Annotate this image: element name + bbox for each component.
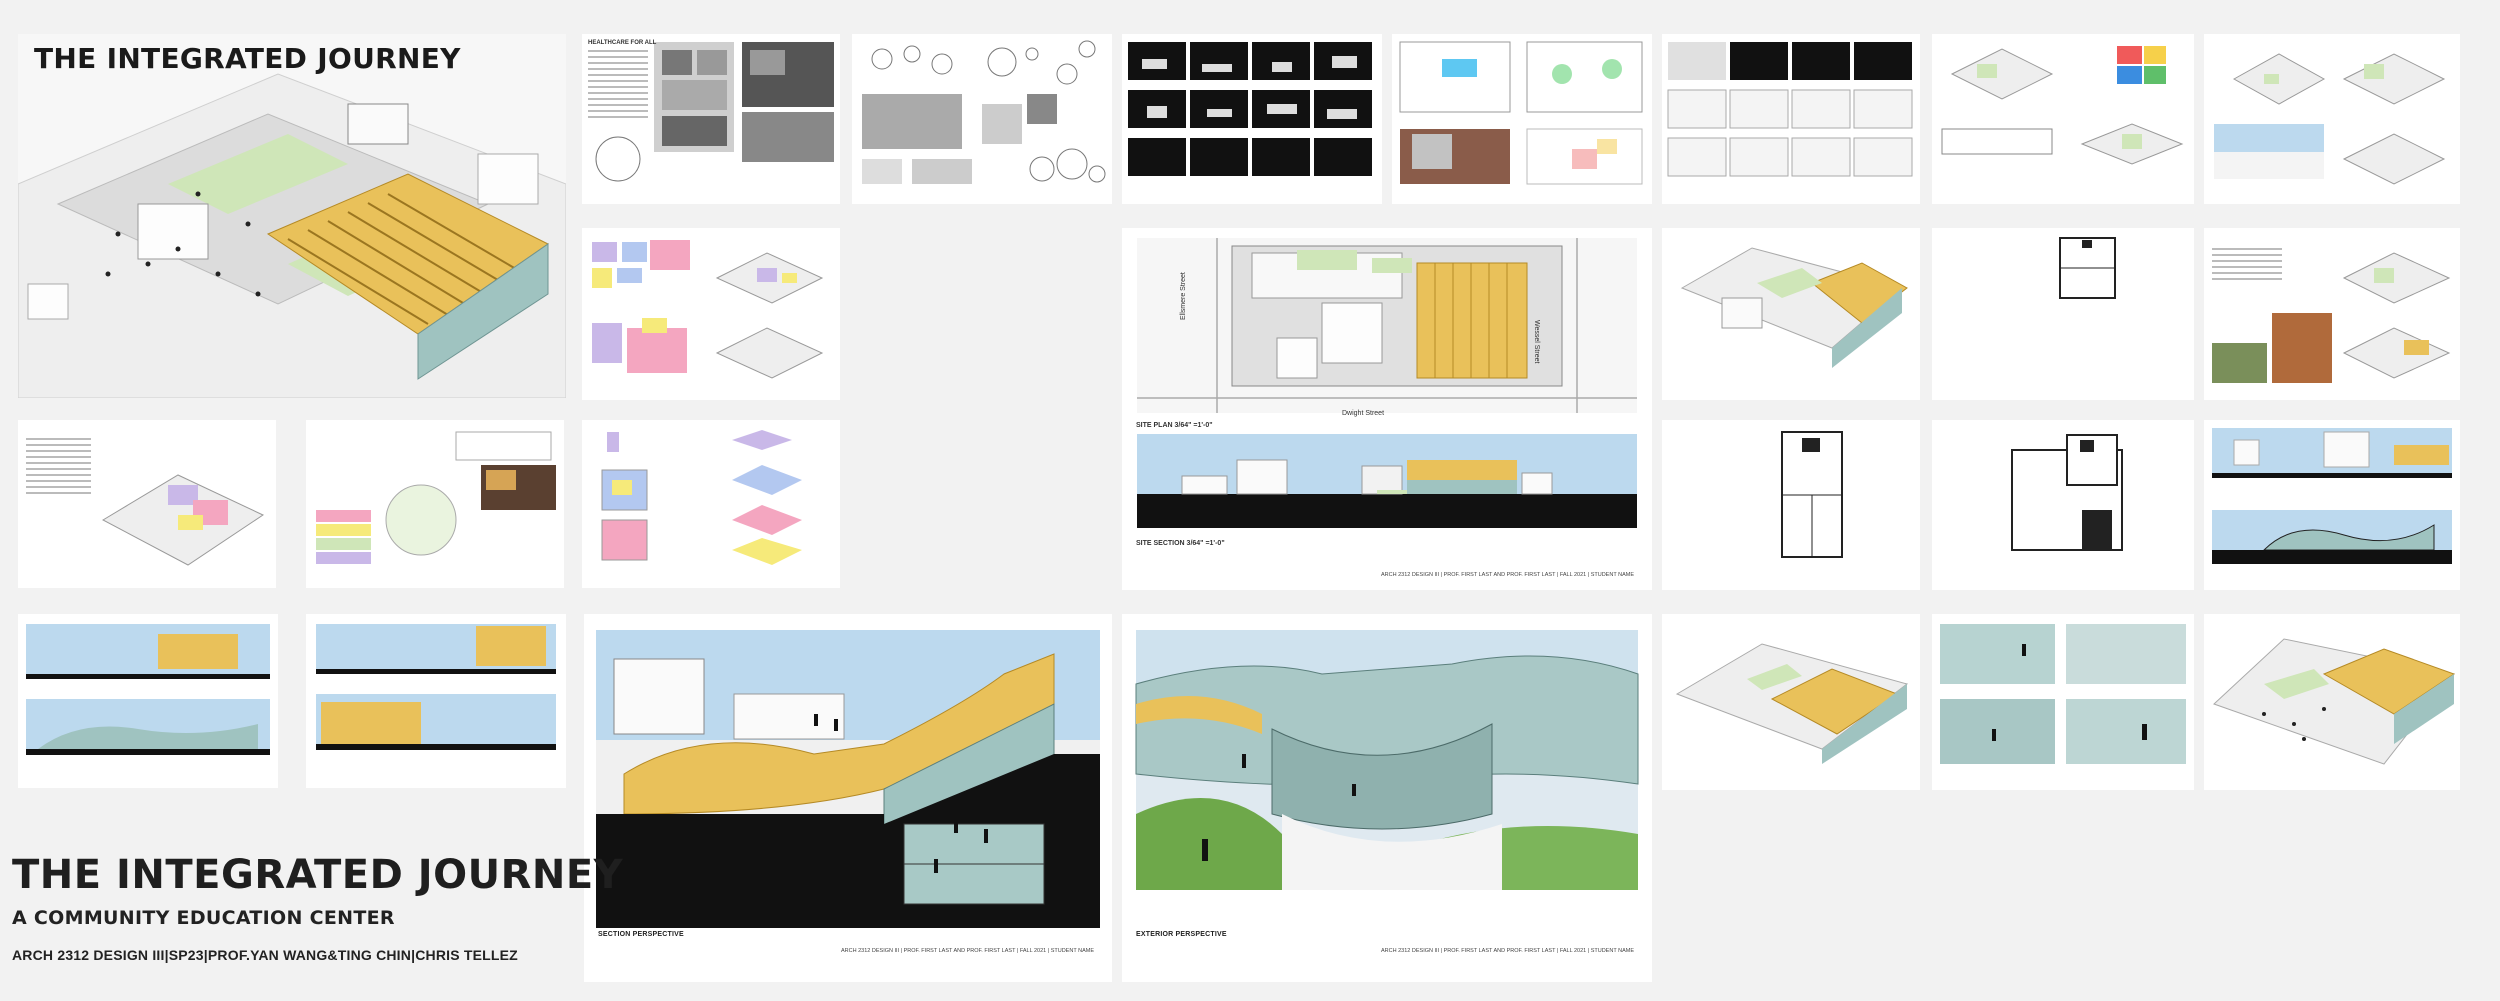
hero-title: THE INTEGRATED JOURNEY xyxy=(34,42,461,75)
board-final-axon[interactable] xyxy=(2204,614,2460,790)
concept-diagrams xyxy=(862,40,1106,184)
research-axon-drawings xyxy=(2212,248,2451,383)
section-perspective-render xyxy=(596,630,1100,928)
board-elevations-a[interactable] xyxy=(18,614,278,788)
board-diagrams[interactable] xyxy=(852,34,1112,204)
site-plan-caption: SITE PLAN 3/64" =1'-0" xyxy=(1136,422,1213,429)
board-exterior-axon[interactable] xyxy=(1662,614,1920,790)
exterior-axon-drawing xyxy=(1675,643,1909,764)
board-site-analysis[interactable] xyxy=(1392,34,1652,204)
board-site-plan-section[interactable]: Ellsmere Street Wessel Street Dwight Str… xyxy=(1122,228,1652,590)
board-site-axon[interactable] xyxy=(1662,228,1920,400)
program-blocks xyxy=(592,240,824,379)
program-strategy-diagrams xyxy=(601,430,802,565)
plan-fragment-drawing xyxy=(2059,237,2116,299)
board-design-narrative[interactable] xyxy=(18,420,276,588)
healthcare-heading: HEALTHCARE FOR ALL xyxy=(588,40,657,46)
project-title: THE INTEGRATED JOURNEY xyxy=(12,852,624,898)
hero-axonometric-board[interactable]: THE INTEGRATED JOURNEY xyxy=(18,34,566,398)
section-perspective-footer: ARCH 2312 DESIGN III | PROF. FIRST LAST … xyxy=(841,948,1094,954)
research-collage xyxy=(588,42,834,182)
site-plan-and-section xyxy=(1137,238,1637,528)
street-label-left: Ellsmere Street xyxy=(1180,272,1187,320)
board-concept-models[interactable] xyxy=(1122,34,1382,204)
board-interior-views[interactable] xyxy=(1932,614,2194,790)
board-level2-plan[interactable] xyxy=(1932,420,2194,590)
board-program-strategy[interactable] xyxy=(582,420,840,588)
level2-plan-drawing xyxy=(2011,434,2123,551)
final-axon-drawing xyxy=(2213,638,2456,765)
board-exterior-perspective[interactable]: EXTERIOR PERSPECTIVE ARCH 2312 DESIGN II… xyxy=(1122,614,1652,982)
exterior-perspective-footer: ARCH 2312 DESIGN III | PROF. FIRST LAST … xyxy=(1381,948,1634,954)
board-section-perspective[interactable]: SECTION PERSPECTIVE ARCH 2312 DESIGN III… xyxy=(584,614,1112,982)
site-section-footer: ARCH 2312 DESIGN III | PROF. FIRST LAST … xyxy=(1381,572,1634,578)
elevations-a-drawing xyxy=(26,624,270,755)
board-plan-fragment[interactable] xyxy=(1932,228,2194,400)
massing-model-photos xyxy=(1667,42,1913,177)
level1-plan-drawing xyxy=(1781,431,1843,558)
narrative-axon xyxy=(26,438,265,566)
board-program-precedent[interactable] xyxy=(306,420,564,588)
site-axon-drawing xyxy=(1680,247,1908,368)
hero-axonometric-drawing xyxy=(18,34,566,398)
elevations-b-drawing xyxy=(316,624,556,750)
board-elevations-b[interactable] xyxy=(306,614,566,788)
street-label-right: Wessel Street xyxy=(1533,320,1540,364)
exterior-perspective-render xyxy=(1135,630,1639,890)
exterior-perspective-caption: EXTERIOR PERSPECTIVE xyxy=(1136,931,1227,938)
board-healthcare-research[interactable]: HEALTHCARE FOR ALL xyxy=(582,34,840,204)
program-axon-drawings xyxy=(2214,53,2446,185)
project-subtitle: A COMMUNITY EDUCATION CENTER xyxy=(12,907,395,929)
interior-view-renders xyxy=(1940,624,2186,764)
board-massing-models[interactable] xyxy=(1662,34,1920,204)
iteration-drawings xyxy=(1941,46,2184,165)
board-program-axon[interactable] xyxy=(2204,34,2460,204)
concept-model-photos xyxy=(1128,42,1372,176)
longitudinal-sections-drawing xyxy=(2212,428,2452,564)
project-title-block: THE INTEGRATED JOURNEY A COMMUNITY EDUCA… xyxy=(12,855,623,963)
site-section-caption: SITE SECTION 3/64" =1'-0" xyxy=(1136,540,1225,547)
street-label-bottom: Dwight Street xyxy=(1342,410,1385,417)
course-info: ARCH 2312 DESIGN III|SP23|PROF.YAN WANG&… xyxy=(12,947,518,963)
board-program-diagrams[interactable] xyxy=(582,228,840,400)
board-research-axon[interactable] xyxy=(2204,228,2460,400)
board-longitudinal-sections[interactable] xyxy=(2204,420,2460,590)
program-precedent-drawings xyxy=(316,431,556,564)
board-iterations[interactable] xyxy=(1932,34,2194,204)
site-analysis-drawings xyxy=(1399,41,1643,185)
board-level1-plan[interactable] xyxy=(1662,420,1920,590)
